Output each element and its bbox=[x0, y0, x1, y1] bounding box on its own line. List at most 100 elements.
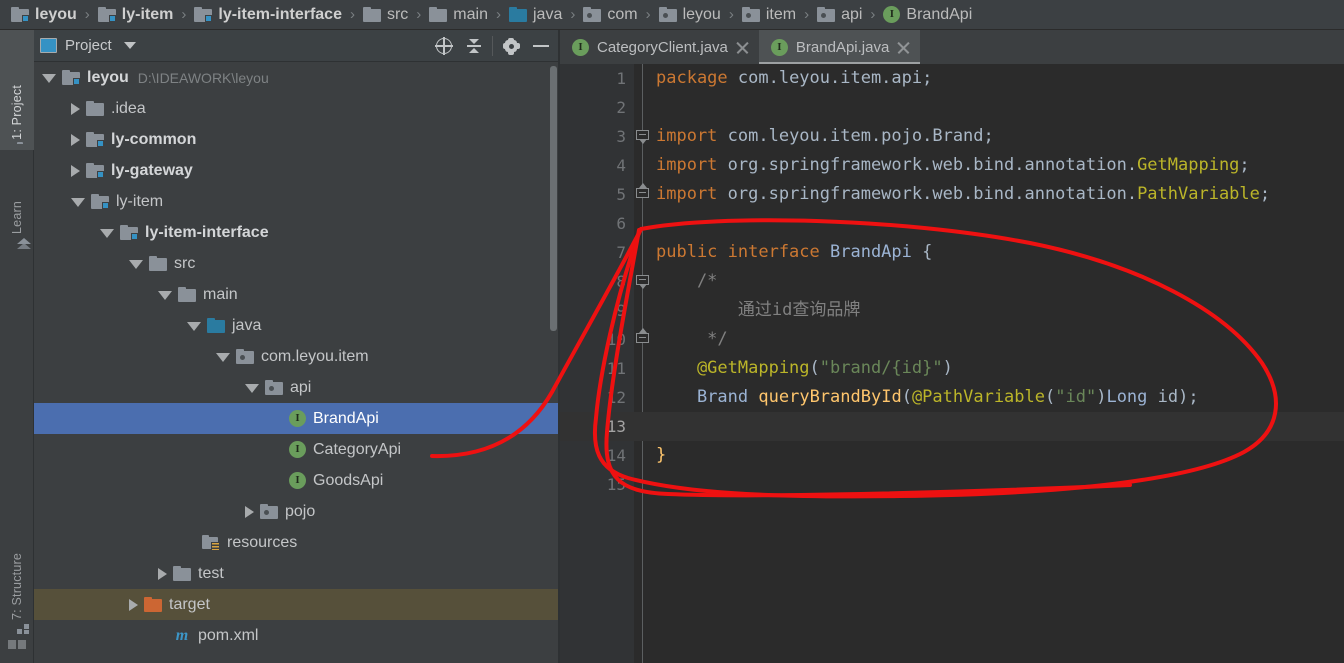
package-icon bbox=[583, 7, 602, 22]
breadcrumb-item-ly-item-interface[interactable]: ly-item-interface bbox=[191, 0, 345, 30]
code-line[interactable]: 6 bbox=[560, 209, 1344, 238]
chevron-right-icon[interactable] bbox=[245, 505, 254, 518]
sidebar-item-project[interactable]: 1: Project bbox=[0, 30, 34, 150]
breadcrumb-item-com[interactable]: com bbox=[580, 0, 640, 30]
line-number: 11 bbox=[606, 359, 626, 378]
chevron-down-icon[interactable] bbox=[42, 74, 56, 83]
tab-categoryclient-java[interactable]: I CategoryClient.java bbox=[560, 30, 759, 64]
code-line[interactable]: 12 Brand queryBrandById(@PathVariable("i… bbox=[560, 383, 1344, 412]
minus-icon bbox=[533, 45, 549, 47]
code-line[interactable]: 2 bbox=[560, 93, 1344, 122]
code-line[interactable]: 13 bbox=[560, 412, 1344, 441]
sidebar-item-structure[interactable]: 7: Structure bbox=[0, 500, 34, 634]
tree-node-com-leyou-item[interactable]: com.leyou.item bbox=[34, 341, 560, 372]
chevron-down-icon[interactable] bbox=[129, 260, 143, 269]
close-icon[interactable] bbox=[736, 41, 749, 54]
fold-marker-icon[interactable] bbox=[636, 275, 649, 289]
breadcrumb-separator: › bbox=[570, 6, 576, 23]
tree-node-java[interactable]: java bbox=[34, 310, 560, 341]
code-line[interactable]: 5 import org.springframework.web.bind.ann… bbox=[560, 180, 1344, 209]
tree-node-src[interactable]: src bbox=[34, 248, 560, 279]
code-text: } bbox=[656, 445, 667, 465]
line-number: 4 bbox=[616, 156, 626, 175]
tree-node-ly-item-interface[interactable]: ly-item-interface bbox=[34, 217, 560, 248]
chevron-down-icon[interactable] bbox=[245, 384, 259, 393]
sidebar-item-learn[interactable]: Learn bbox=[0, 156, 34, 249]
tree-node-ly-item[interactable]: ly-item bbox=[34, 186, 560, 217]
close-icon[interactable] bbox=[897, 41, 910, 54]
code-line[interactable]: 9 通过id查询品牌 bbox=[560, 296, 1344, 325]
fold-marker-icon[interactable] bbox=[636, 183, 649, 201]
module-icon bbox=[120, 225, 138, 240]
tree-node-brandapi[interactable]: I BrandApi bbox=[34, 403, 560, 434]
tree-node-test[interactable]: test bbox=[34, 558, 560, 589]
chevron-down-icon[interactable] bbox=[123, 42, 136, 49]
code-line[interactable]: 4 import org.springframework.web.bind.ann… bbox=[560, 151, 1344, 180]
module-icon bbox=[86, 163, 104, 178]
settings-button[interactable] bbox=[496, 30, 526, 62]
breadcrumb-item-ly-item[interactable]: ly-item bbox=[95, 0, 177, 30]
tree-node-label: ly-item bbox=[116, 192, 164, 210]
tree-node-path: D:\IDEAWORK\leyou bbox=[137, 69, 269, 86]
chevron-right-icon[interactable] bbox=[129, 598, 138, 611]
breadcrumb-item-brandapi[interactable]: I BrandApi bbox=[880, 0, 975, 30]
breadcrumb-item-main[interactable]: main bbox=[426, 0, 491, 30]
project-scrollbar[interactable] bbox=[550, 66, 557, 331]
code-line[interactable]: 8 /* bbox=[560, 267, 1344, 296]
tree-node-ly-common[interactable]: ly-common bbox=[34, 124, 560, 155]
tree-node-label: test bbox=[198, 564, 224, 582]
breadcrumb-item-item[interactable]: item bbox=[739, 0, 799, 30]
tree-node-resources[interactable]: resources bbox=[34, 527, 560, 558]
chevron-right-icon[interactable] bbox=[71, 133, 80, 146]
chevron-down-icon[interactable] bbox=[158, 291, 172, 300]
code-line[interactable]: 15 bbox=[560, 470, 1344, 499]
interface-icon: I bbox=[770, 38, 788, 56]
chevron-right-icon[interactable] bbox=[71, 102, 80, 115]
tree-node-pojo[interactable]: pojo bbox=[34, 496, 560, 527]
fold-marker-icon[interactable] bbox=[636, 328, 649, 346]
code-line[interactable]: 11 @GetMapping("brand/{id}") bbox=[560, 354, 1344, 383]
collapse-all-button[interactable] bbox=[459, 30, 489, 62]
fold-marker-icon[interactable] bbox=[636, 130, 649, 144]
editor-area: I CategoryClient.java I BrandApi.java 1 pack… bbox=[560, 30, 1344, 663]
breadcrumb-item-leyou[interactable]: leyou bbox=[8, 0, 80, 30]
tree-node-categoryapi[interactable]: I CategoryApi bbox=[34, 434, 560, 465]
tree-node-goodsapi[interactable]: I GoodsApi bbox=[34, 465, 560, 496]
breadcrumb-item-leyou[interactable]: leyou bbox=[656, 0, 724, 30]
code-line[interactable]: 1 package com.leyou.item.api; bbox=[560, 64, 1344, 93]
interface-icon: I bbox=[289, 472, 306, 489]
breadcrumb-item-label: leyou bbox=[35, 5, 77, 23]
chevron-right-icon[interactable] bbox=[158, 567, 167, 580]
breadcrumb-item-api[interactable]: api bbox=[814, 0, 865, 30]
tree-node-main[interactable]: main bbox=[34, 279, 560, 310]
line-number: 15 bbox=[606, 475, 626, 494]
breadcrumb-item-java[interactable]: java bbox=[506, 0, 565, 30]
tree-node-api[interactable]: api bbox=[34, 372, 560, 403]
code-line[interactable]: 7 public interface BrandApi { bbox=[560, 238, 1344, 267]
chevron-down-icon[interactable] bbox=[100, 229, 114, 238]
folder-icon bbox=[429, 7, 448, 22]
tree-node-pom-xml[interactable]: m pom.xml bbox=[34, 620, 560, 651]
chevron-down-icon[interactable] bbox=[216, 353, 230, 362]
chevron-right-icon[interactable] bbox=[71, 164, 80, 177]
code-line[interactable]: 10 */ bbox=[560, 325, 1344, 354]
tab-brandapi-java[interactable]: I BrandApi.java bbox=[758, 30, 921, 64]
line-number: 8 bbox=[616, 272, 626, 291]
project-tree: leyou D:\IDEAWORK\leyou .idea ly-common ly-g… bbox=[34, 62, 560, 663]
chevron-down-icon[interactable] bbox=[71, 198, 85, 207]
chevron-down-icon[interactable] bbox=[187, 322, 201, 331]
tree-node-target[interactable]: target bbox=[34, 589, 560, 620]
scroll-from-source-button[interactable] bbox=[429, 30, 459, 62]
code-line[interactable]: 14} bbox=[560, 441, 1344, 470]
tree-node-leyou[interactable]: leyou D:\IDEAWORK\leyou bbox=[34, 62, 560, 93]
line-number: 12 bbox=[606, 388, 626, 407]
breadcrumb-item-src[interactable]: src bbox=[360, 0, 411, 30]
window-layout-icon[interactable] bbox=[8, 640, 26, 649]
hide-button[interactable] bbox=[526, 30, 556, 62]
tree-node-label: resources bbox=[227, 533, 298, 551]
code-editor[interactable]: 1 package com.leyou.item.api; 2 3 import com… bbox=[560, 64, 1344, 663]
tree-node--idea[interactable]: .idea bbox=[34, 93, 560, 124]
breadcrumb-separator: › bbox=[645, 6, 651, 23]
code-line[interactable]: 3 import com.leyou.item.pojo.Brand; bbox=[560, 122, 1344, 151]
tree-node-ly-gateway[interactable]: ly-gateway bbox=[34, 155, 560, 186]
